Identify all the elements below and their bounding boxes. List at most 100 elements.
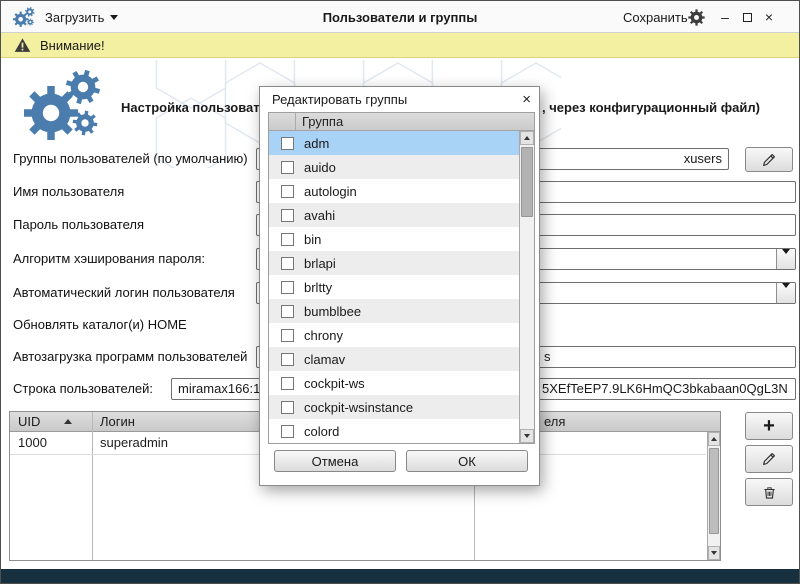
group-row[interactable]: bumblbee <box>269 299 519 323</box>
caret-down-icon <box>782 283 790 288</box>
groups-listbox: Группа adm auido autologin avahi bin brl… <box>268 112 535 444</box>
group-checkbox[interactable] <box>281 137 294 150</box>
bottom-status-bar <box>1 569 799 583</box>
group-row[interactable]: cockpit-wsinstance <box>269 395 519 419</box>
group-row[interactable]: colord <box>269 419 519 443</box>
group-checkbox[interactable] <box>281 377 294 390</box>
groups-list: adm auido autologin avahi bin brlapi brl… <box>269 131 519 443</box>
window-title: Пользователи и группы <box>323 1 478 33</box>
label-hash-algorithm: Алгоритм хэширования пароля: <box>13 248 205 270</box>
app-gears-icon <box>11 1 36 33</box>
caret-up-icon <box>711 437 717 441</box>
autologin-dropdown-arrow[interactable] <box>776 283 795 303</box>
pencil-icon <box>760 151 778 169</box>
scrollbar-thumb[interactable] <box>709 448 719 534</box>
group-checkbox[interactable] <box>281 185 294 198</box>
column-header-label: Группа <box>302 113 343 131</box>
dialog-close-button[interactable]: × <box>522 87 531 112</box>
scroll-up-button[interactable] <box>708 432 720 446</box>
label-autostart: Автозагрузка программ пользователей <box>13 346 247 368</box>
hash-algorithm-dropdown-arrow[interactable] <box>776 249 795 269</box>
cancel-label: Отмена <box>312 454 359 469</box>
group-checkbox[interactable] <box>281 401 294 414</box>
group-checkbox[interactable] <box>281 353 294 366</box>
group-row[interactable]: clamav <box>269 347 519 371</box>
add-user-button[interactable]: + <box>745 412 793 440</box>
group-name: cockpit-wsinstance <box>304 400 413 415</box>
group-checkbox[interactable] <box>281 305 294 318</box>
load-button[interactable]: Загрузить <box>45 1 118 33</box>
group-name: bumblbee <box>304 304 361 319</box>
cancel-button[interactable]: Отмена <box>274 450 396 472</box>
cell-uid: 1000 <box>18 432 47 454</box>
pencil-icon <box>760 450 778 468</box>
scroll-down-button[interactable] <box>708 546 720 560</box>
group-checkbox[interactable] <box>281 281 294 294</box>
group-checkbox[interactable] <box>281 257 294 270</box>
load-label: Загрузить <box>45 10 104 25</box>
group-row[interactable]: chrony <box>269 323 519 347</box>
label-default-groups: Группы пользователей (по умолчанию) <box>13 148 248 170</box>
group-row[interactable]: adm <box>269 131 519 155</box>
minimize-button[interactable]: – <box>715 1 735 33</box>
warning-bar: Внимание! <box>1 33 799 58</box>
group-row[interactable]: auido <box>269 155 519 179</box>
group-row[interactable]: avahi <box>269 203 519 227</box>
group-row[interactable]: bin <box>269 227 519 251</box>
caret-down-icon <box>524 434 530 438</box>
group-checkbox[interactable] <box>281 425 294 438</box>
group-name: brlapi <box>304 256 336 271</box>
column-divider <box>92 412 93 560</box>
ok-button[interactable]: ОК <box>406 450 528 472</box>
group-name: chrony <box>304 328 343 343</box>
group-name: bin <box>304 232 321 247</box>
group-row[interactable]: cockpit-ws <box>269 371 519 395</box>
close-icon: × <box>765 9 773 25</box>
header-username-tail[interactable]: еля <box>544 412 565 432</box>
user-string-right: 5XEfTeEP7.9LK6HmQC3bkabaan0QgL3N <box>542 379 788 399</box>
gear-icon <box>687 8 706 27</box>
toolbar: Загрузить Пользователи и группы Сохранит… <box>1 1 799 33</box>
caret-down-icon <box>711 551 717 555</box>
label-autologin: Автоматический логин пользователя <box>13 282 235 304</box>
group-checkbox[interactable] <box>281 161 294 174</box>
table-vertical-scrollbar[interactable] <box>707 432 720 560</box>
group-name: adm <box>304 136 329 151</box>
label-username: Имя пользователя <box>13 181 124 203</box>
warning-triangle-icon <box>13 37 32 54</box>
sort-asc-icon[interactable] <box>64 419 72 424</box>
cell-login: superadmin <box>100 432 168 454</box>
group-name: brltty <box>304 280 332 295</box>
scrollbar-thumb[interactable] <box>521 147 533 217</box>
settings-button[interactable] <box>687 1 706 33</box>
group-row[interactable]: brltty <box>269 275 519 299</box>
groups-column-header: Группа <box>269 113 534 131</box>
user-string-left: miramax166:10 <box>178 379 268 399</box>
groups-vertical-scrollbar[interactable] <box>519 131 534 443</box>
group-checkbox[interactable] <box>281 209 294 222</box>
header-login[interactable]: Логин <box>100 412 135 432</box>
trash-icon <box>761 484 778 501</box>
dialog-title: Редактировать группы <box>272 87 407 112</box>
scroll-down-button[interactable] <box>520 429 534 443</box>
maximize-icon <box>743 13 752 22</box>
close-button[interactable]: × <box>759 1 779 33</box>
group-name: cockpit-ws <box>304 376 365 391</box>
header-uid[interactable]: UID <box>18 412 40 432</box>
group-row[interactable]: brlapi <box>269 251 519 275</box>
ok-label: ОК <box>458 454 476 469</box>
save-label: Сохранить <box>623 10 688 25</box>
scroll-up-button[interactable] <box>520 131 534 145</box>
autostart-value-tail: s <box>544 347 551 367</box>
maximize-button[interactable] <box>737 1 757 33</box>
label-user-string: Строка пользователей: <box>13 378 153 400</box>
group-name: avahi <box>304 208 335 223</box>
edit-groups-button[interactable] <box>745 147 793 172</box>
group-checkbox[interactable] <box>281 233 294 246</box>
group-row[interactable]: autologin <box>269 179 519 203</box>
plus-icon: + <box>763 415 775 438</box>
group-checkbox[interactable] <box>281 329 294 342</box>
edit-user-button[interactable] <box>745 445 793 473</box>
warning-text: Внимание! <box>40 38 105 53</box>
delete-user-button[interactable] <box>745 478 793 506</box>
